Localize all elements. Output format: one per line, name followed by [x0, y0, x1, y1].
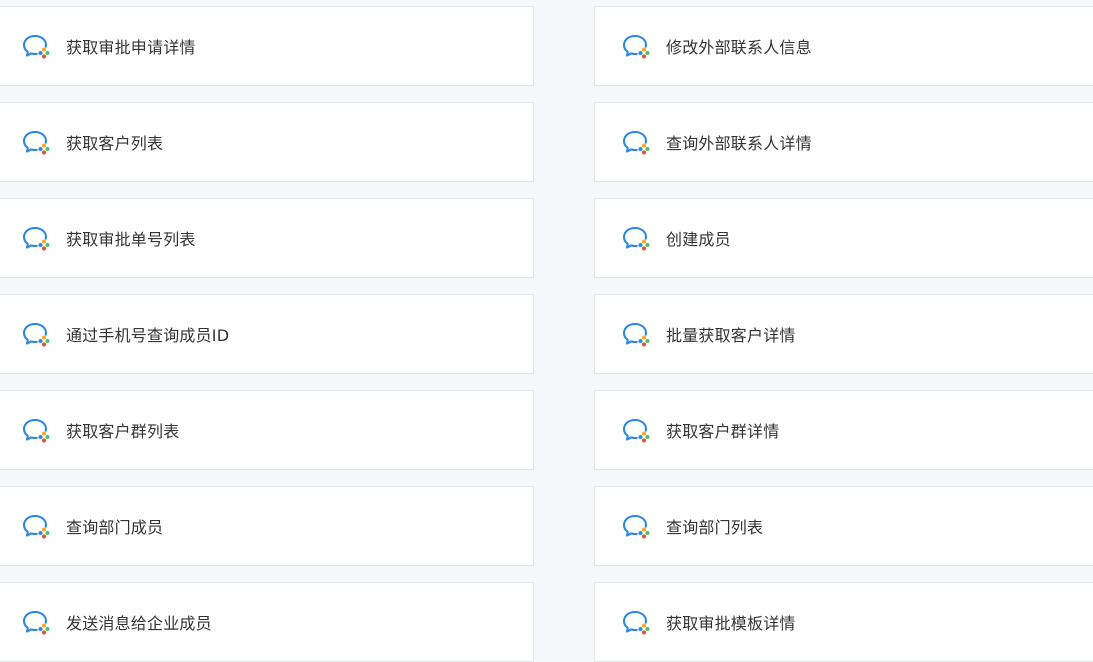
action-card-get-approval-detail[interactable]: 获取审批申请详情 [0, 6, 534, 86]
wecom-chat-icon [22, 610, 50, 635]
action-card-send-message-to-member[interactable]: 发送消息给企业成员 [0, 582, 534, 662]
wecom-chat-icon [622, 610, 650, 635]
wecom-chat-icon [622, 514, 650, 539]
action-card-get-customer-list[interactable]: 获取客户列表 [0, 102, 534, 182]
action-card-update-external-contact[interactable]: 修改外部联系人信息 [594, 6, 1093, 86]
wecom-chat-icon [22, 418, 50, 443]
wecom-chat-icon [22, 34, 50, 59]
wecom-chat-icon [22, 130, 50, 155]
action-card-label: 通过手机号查询成员ID [66, 326, 230, 345]
action-card-label: 查询部门列表 [666, 518, 764, 537]
action-card-label: 获取审批单号列表 [66, 230, 196, 249]
action-card-create-member[interactable]: 创建成员 [594, 198, 1093, 278]
action-card-grid: 获取审批申请详情 修改外部联系人信息 获取客户列表 查询外部联系人详情 获取审批… [0, 6, 1093, 662]
action-card-label: 查询部门成员 [66, 518, 164, 537]
action-card-get-customer-group-list[interactable]: 获取客户群列表 [0, 390, 534, 470]
wecom-chat-icon [622, 418, 650, 443]
wecom-chat-icon [622, 322, 650, 347]
action-card-get-approval-number-list[interactable]: 获取审批单号列表 [0, 198, 534, 278]
action-card-label: 获取审批申请详情 [66, 38, 196, 57]
action-card-label: 修改外部联系人信息 [666, 38, 812, 57]
action-card-label: 批量获取客户详情 [666, 326, 796, 345]
action-card-batch-get-customer-details[interactable]: 批量获取客户详情 [594, 294, 1093, 374]
wecom-chat-icon [622, 130, 650, 155]
wecom-chat-icon [22, 322, 50, 347]
action-card-query-department-list[interactable]: 查询部门列表 [594, 486, 1093, 566]
action-card-get-approval-template-detail[interactable]: 获取审批模板详情 [594, 582, 1093, 662]
action-card-query-department-members[interactable]: 查询部门成员 [0, 486, 534, 566]
wecom-chat-icon [22, 514, 50, 539]
wecom-chat-icon [622, 34, 650, 59]
action-card-query-member-by-phone[interactable]: 通过手机号查询成员ID [0, 294, 534, 374]
wecom-chat-icon [622, 226, 650, 251]
action-card-label: 发送消息给企业成员 [66, 614, 212, 633]
action-card-label: 创建成员 [666, 230, 731, 249]
action-card-label: 获取审批模板详情 [666, 614, 796, 633]
action-card-label: 获取客户群列表 [66, 422, 180, 441]
action-card-label: 查询外部联系人详情 [666, 134, 812, 153]
action-card-get-customer-group-detail[interactable]: 获取客户群详情 [594, 390, 1093, 470]
action-card-label: 获取客户列表 [66, 134, 164, 153]
action-card-label: 获取客户群详情 [666, 422, 780, 441]
action-card-query-external-contact[interactable]: 查询外部联系人详情 [594, 102, 1093, 182]
wecom-chat-icon [22, 226, 50, 251]
